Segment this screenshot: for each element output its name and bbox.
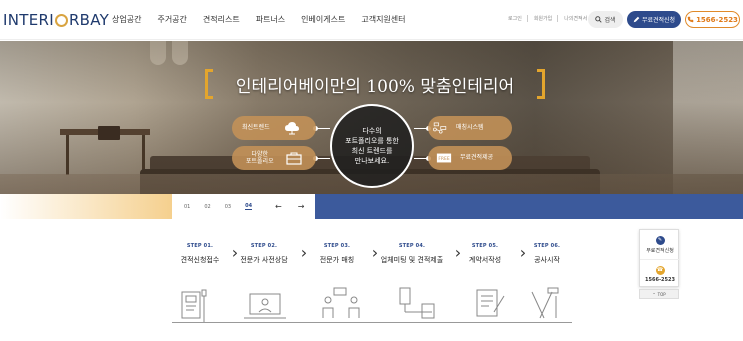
nav-item-partners[interactable]: 파트너스 <box>256 14 285 25</box>
step-name: 전문가 매칭 <box>319 256 355 264</box>
main-nav: 상업공간 주거공간 견적리스트 파트너스 인베이게스트 고객지원센터 <box>112 14 422 25</box>
signup-link[interactable]: 회원가입 <box>534 15 559 22</box>
document-submit-illustration <box>399 287 435 319</box>
free-badge-icon: FREE <box>436 150 452 166</box>
hero-headline: 인테리어베이만의 100% 맞춤인테리어 <box>205 69 545 99</box>
phone-icon <box>687 16 694 23</box>
video-call-illustration <box>244 293 286 319</box>
step-number: STEP 06. <box>533 243 561 249</box>
step-name: 업체미팅 및 견적제출 <box>380 256 444 264</box>
floating-quick-menu: ✎ 무료견적신청 ☎ 1566-2523 <box>639 229 680 288</box>
phone-label: 1566-2523 <box>696 15 738 24</box>
scroll-top-button[interactable]: ⌃ TOP <box>639 289 679 299</box>
pager-arrows: ← → <box>275 202 304 211</box>
next-arrow-icon[interactable]: → <box>298 202 305 211</box>
pager-item-04[interactable]: 04 <box>245 203 253 210</box>
feature-free-quote: FREE 무료견적제공 <box>428 146 512 170</box>
feature-trend: 최신트렌드 <box>232 116 316 140</box>
util-links: 로그인 회원가입 나의견적서 <box>508 15 592 22</box>
search-label: 검색 <box>604 17 616 24</box>
cloud-icon <box>284 120 300 136</box>
floating-quote-label: 무료견적신청 <box>646 247 674 254</box>
feature-matching-label: 매칭시스템 <box>456 124 484 132</box>
floating-phone-label: 1566-2523 <box>645 276 675 283</box>
login-link[interactable]: 로그인 <box>508 15 528 22</box>
contract-illustration <box>476 289 505 317</box>
form-illustration <box>181 289 207 322</box>
step-name: 공사시작 <box>534 256 560 264</box>
floating-phone-button[interactable]: ☎ 1566-2523 <box>640 259 680 288</box>
nav-item-quote-list[interactable]: 견적리스트 <box>203 14 240 25</box>
tools-illustration <box>531 287 559 319</box>
feature-free-quote-label: 무료견적제공 <box>460 154 494 162</box>
feature-portfolio-label: 다양한 포트폴리오 <box>246 150 274 165</box>
free-quote-button[interactable]: 무료견적신청 <box>627 11 681 28</box>
prev-arrow-icon[interactable]: ← <box>275 202 282 211</box>
nav-item-inbay-guest[interactable]: 인베이게스트 <box>301 14 345 25</box>
nav-item-support[interactable]: 고객지원센터 <box>361 14 405 25</box>
step-item: STEP 04. 업체미팅 및 견적제출 <box>372 243 452 265</box>
pencil-icon <box>633 16 640 23</box>
hero-headline-text: 인테리어베이만의 100% 맞춤인테리어 <box>235 76 515 97</box>
search-icon <box>595 16 603 23</box>
hero-banner: 인테리어베이만의 100% 맞춤인테리어 최신트렌드 다양한 포트폴리오 매칭시… <box>0 41 743 194</box>
nav-item-commercial[interactable]: 상업공간 <box>112 14 141 25</box>
logo-text-post: RBAY <box>68 11 110 29</box>
hero-pager: 01 02 03 04 ← → <box>172 194 315 219</box>
pager-item-02[interactable]: 02 <box>204 204 210 210</box>
folder-icon <box>286 150 302 166</box>
pager-item-01[interactable]: 01 <box>184 204 190 210</box>
nav-item-residential[interactable]: 주거공간 <box>157 14 186 25</box>
illustration-baseline <box>172 322 572 323</box>
step-item: STEP 06. 공사시작 <box>507 243 587 265</box>
pager-bar-accent <box>0 194 172 219</box>
feature-trend-label: 최신트렌드 <box>242 124 270 132</box>
pager-item-03[interactable]: 03 <box>225 204 231 210</box>
logo-ring-icon <box>54 13 68 27</box>
top-label: TOP <box>657 291 666 297</box>
process-steps: STEP 01. 견적신청접수 › STEP 02. 전문가 사전상담 › ST… <box>160 243 600 273</box>
logo[interactable]: INTERI RBAY <box>3 11 109 29</box>
step-number: STEP 04. <box>398 243 426 249</box>
people-network-icon <box>432 120 448 136</box>
step-number: STEP 02. <box>250 243 278 249</box>
connector-line <box>316 128 330 129</box>
step-number: STEP 03. <box>323 243 351 249</box>
phone-button[interactable]: 1566-2523 <box>685 11 740 28</box>
step-item: STEP 03. 전문가 매칭 <box>297 243 377 265</box>
step-item: STEP 02. 전문가 사전상담 <box>224 243 304 265</box>
phone-icon: ☎ <box>655 265 665 275</box>
floating-quote-button[interactable]: ✎ 무료견적신청 <box>640 230 680 259</box>
hero-center-circle: 다수의 포트폴리오를 통한 최신 트렌드를 만나보세요. <box>330 104 414 188</box>
svg-text:FREE: FREE <box>438 156 449 162</box>
process-illustrations <box>181 287 559 322</box>
feature-portfolio: 다양한 포트폴리오 <box>232 146 316 170</box>
chevron-up-icon: ⌃ <box>652 291 656 297</box>
bracket-left <box>205 69 213 99</box>
pencil-icon: ✎ <box>655 235 665 245</box>
search-button[interactable]: 검색 <box>588 11 623 28</box>
page: INTERI RBAY 상업공간 주거공간 견적리스트 파트너스 인베이게스트 고… <box>0 0 743 341</box>
feature-matching: 매칭시스템 <box>428 116 512 140</box>
connector-line <box>316 158 330 159</box>
meeting-illustration <box>322 287 360 318</box>
logo-text-pre: INTERI <box>3 11 54 29</box>
free-quote-label: 무료견적신청 <box>641 17 676 24</box>
bracket-right <box>537 69 545 99</box>
step-name: 전문가 사전상담 <box>240 256 288 264</box>
site-header: INTERI RBAY 상업공간 주거공간 견적리스트 파트너스 인베이게스트 고… <box>0 0 743 40</box>
pager-bar-navy <box>315 194 743 219</box>
